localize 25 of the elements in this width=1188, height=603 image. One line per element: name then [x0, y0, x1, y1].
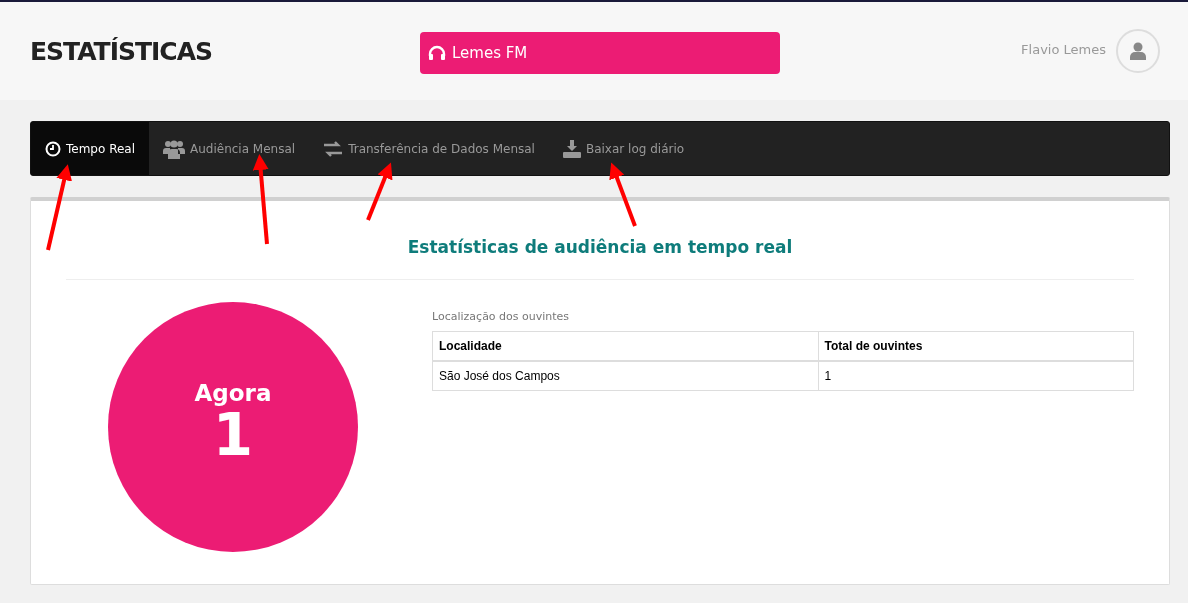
column-header: Total de ouvintes — [818, 331, 1134, 361]
user-avatar[interactable] — [1116, 29, 1160, 73]
download-icon — [562, 139, 581, 158]
tab[interactable]: Tempo Real — [31, 122, 149, 175]
table-caption: Localização dos ouvintes — [432, 310, 571, 323]
annotation-arrow — [366, 162, 393, 221]
transfer-arrows-icon — [323, 140, 344, 157]
station-bar[interactable]: Lemes FM — [420, 32, 780, 74]
headphones-icon — [428, 45, 446, 61]
user-name: Flavio Lemes — [1021, 41, 1106, 57]
column-header: Localidade — [432, 331, 819, 361]
station-name: Lemes FM — [452, 44, 528, 62]
clock-icon — [45, 140, 61, 157]
table-cell: 1 — [818, 361, 1134, 391]
table-cell: São José dos Campos — [432, 361, 819, 391]
now-value: 1 — [212, 406, 254, 464]
page-title: ESTATÍSTICAS — [30, 36, 214, 66]
tab[interactable]: Baixar log diário — [548, 122, 699, 175]
user-silhouette-icon — [1130, 42, 1146, 60]
tab[interactable]: Transferência de Dados Mensal — [309, 122, 549, 175]
panel-title: Estatísticas de audiência em tempo real — [406, 236, 794, 259]
now-label: Agora — [194, 380, 272, 406]
users-icon — [163, 138, 185, 159]
annotation-arrow — [609, 162, 637, 227]
tab[interactable]: Audiência Mensal — [149, 122, 310, 175]
